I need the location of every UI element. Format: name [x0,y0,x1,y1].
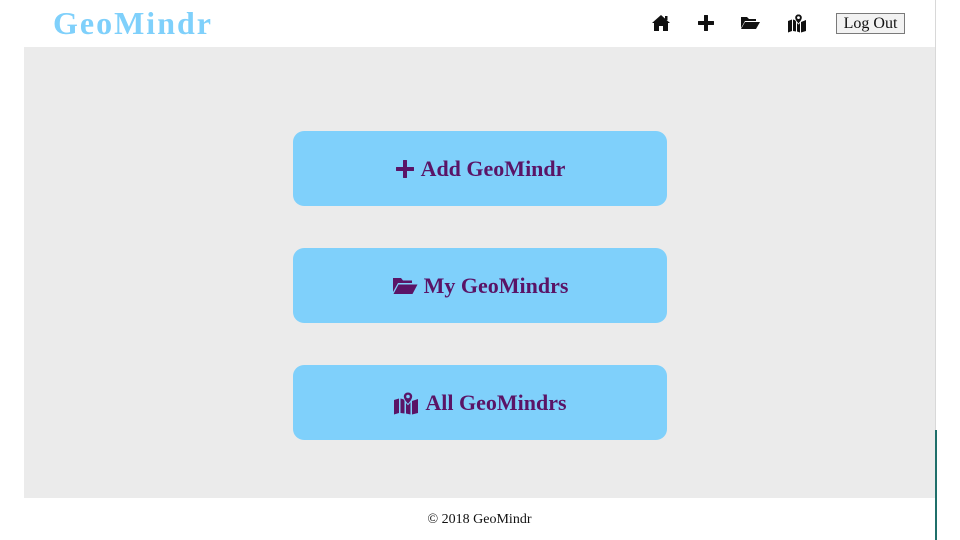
folder-open-icon [392,276,418,296]
all-geomindrs-label: All GeoMindrs [425,389,567,415]
map-marked-icon [788,13,806,33]
nav-add-link[interactable] [696,13,716,33]
top-navbar: GeoMindr Log Out [24,0,935,47]
nav-home-link[interactable] [651,13,671,33]
plus-icon [395,159,415,179]
map-marked-icon [393,390,419,415]
nav-my-link[interactable] [740,13,760,33]
copyright-text: © 2018 GeoMindr [427,512,532,527]
add-geomindr-button[interactable]: Add GeoMindr [293,131,667,206]
app-page: GeoMindr Log Out Add GeoMindr My GeoMind… [24,0,935,540]
window-edge-accent [935,430,937,540]
my-geomindrs-button[interactable]: My GeoMindrs [293,248,667,323]
main-content: Add GeoMindr My GeoMindrs All GeoMindrs [24,47,935,498]
logout-button[interactable]: Log Out [836,13,905,34]
page-footer: © 2018 GeoMindr [24,498,935,540]
plus-icon [698,15,714,31]
nav-all-link[interactable] [787,13,807,33]
folder-open-icon [741,17,760,29]
home-icon [652,15,670,31]
all-geomindrs-button[interactable]: All GeoMindrs [293,365,667,440]
brand-logo[interactable]: GeoMindr [53,4,213,42]
my-geomindrs-label: My GeoMindrs [423,272,569,298]
add-geomindr-label: Add GeoMindr [420,155,566,181]
